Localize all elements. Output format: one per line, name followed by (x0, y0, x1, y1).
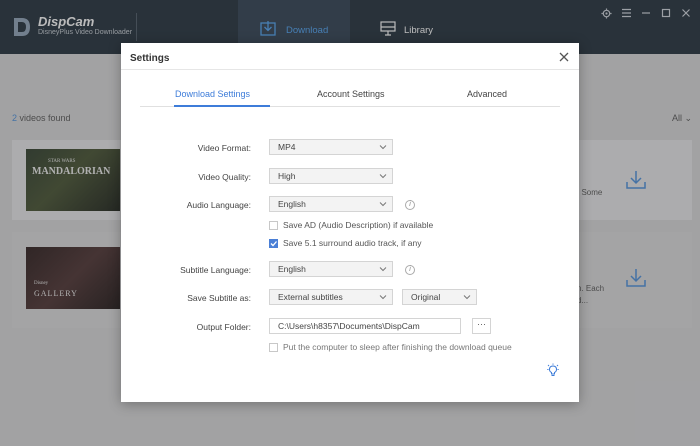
lightbulb-icon[interactable] (547, 363, 559, 377)
save-51-checkbox[interactable] (269, 239, 278, 248)
audio-info-icon[interactable]: i (405, 200, 415, 210)
tab-download-settings[interactable]: Download Settings (175, 89, 250, 99)
subtitle-info-icon[interactable]: i (405, 265, 415, 275)
divider (121, 69, 579, 70)
settings-tabs: Download Settings Account Settings Advan… (140, 85, 560, 107)
browse-folder-button[interactable]: ··· (472, 318, 491, 334)
save-ad-label: Save AD (Audio Description) if available (283, 220, 434, 230)
save-subtitle-label: Save Subtitle as: (187, 293, 251, 303)
output-folder-label: Output Folder: (196, 322, 251, 332)
chevron-down-icon (379, 202, 387, 207)
video-quality-label: Video Quality: (198, 172, 251, 182)
sleep-checkbox[interactable] (269, 343, 278, 352)
sleep-label: Put the computer to sleep after finishin… (283, 342, 512, 352)
save-ad-checkbox[interactable] (269, 221, 278, 230)
chevron-down-icon (463, 295, 471, 300)
tab-advanced[interactable]: Advanced (467, 89, 507, 99)
active-tab-indicator (174, 105, 270, 107)
save-51-label: Save 5.1 surround audio track, if any (283, 238, 422, 248)
chevron-down-icon (379, 267, 387, 272)
tab-account-settings[interactable]: Account Settings (317, 89, 385, 99)
settings-dialog: Settings Download Settings Account Setti… (121, 43, 579, 402)
subtitle-language-select[interactable]: English (269, 261, 393, 277)
check-icon (270, 241, 277, 247)
output-folder-input[interactable]: C:\Users\h8357\Documents\DispCam (269, 318, 461, 334)
video-quality-select[interactable]: High (269, 168, 393, 184)
subtitle-language-label: Subtitle Language: (180, 265, 251, 275)
dialog-title: Settings (130, 53, 170, 64)
subtitle-mode-select[interactable]: Original (402, 289, 477, 305)
video-format-label: Video Format: (197, 143, 251, 153)
subtitle-format-select[interactable]: External subtitles (269, 289, 393, 305)
audio-language-label: Audio Language: (186, 200, 251, 210)
chevron-down-icon (379, 145, 387, 150)
video-format-select[interactable]: MP4 (269, 139, 393, 155)
audio-language-select[interactable]: English (269, 196, 393, 212)
chevron-down-icon (379, 295, 387, 300)
chevron-down-icon (379, 174, 387, 179)
close-icon[interactable] (558, 51, 570, 63)
